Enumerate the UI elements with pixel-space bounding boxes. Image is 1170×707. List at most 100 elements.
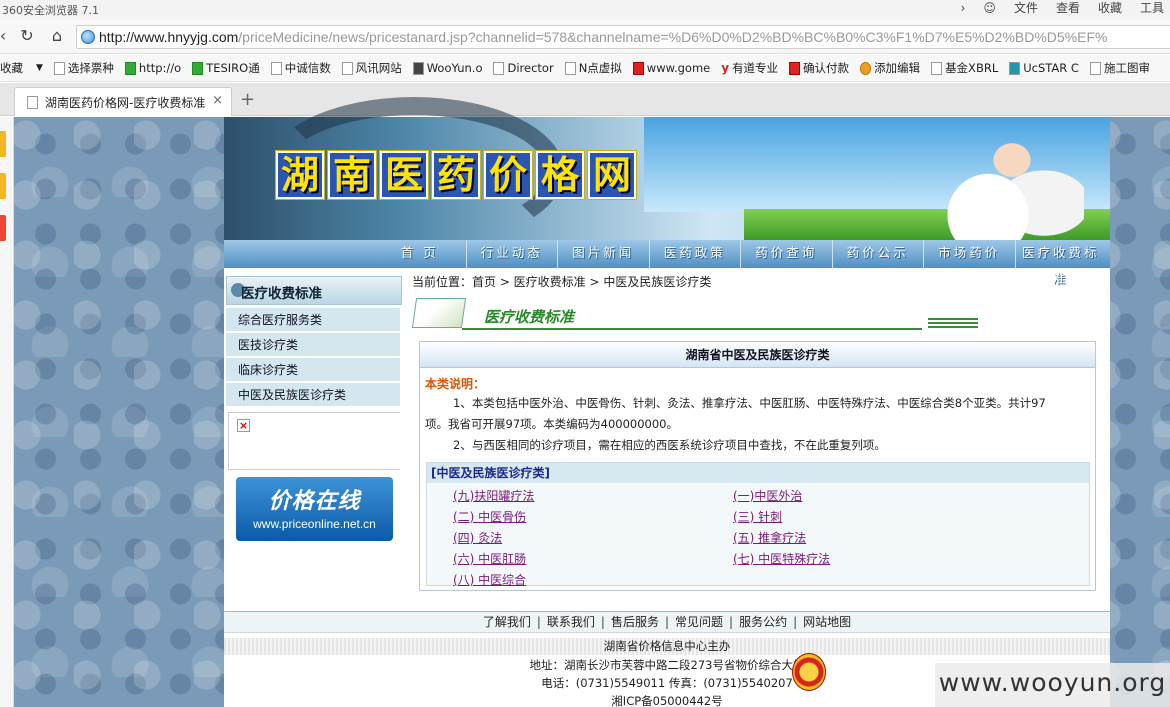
bookmark-item[interactable]: WooYun.o: [412, 61, 482, 75]
bookmark-label: N点虚拟: [578, 61, 622, 75]
bookmark-label: 添加编辑: [874, 61, 921, 75]
bookmark-item[interactable]: 添加编辑: [860, 60, 920, 76]
footer-link-sitemap[interactable]: 网站地图: [803, 615, 851, 629]
emblem-icon: [792, 653, 826, 691]
user-icon[interactable]: ☺: [983, 1, 996, 15]
side-toolbar: [0, 117, 14, 707]
section-underline: [462, 328, 922, 330]
sidebar-item-clinical[interactable]: 临床诊疗类: [226, 358, 400, 382]
nav-medical-fee-standard[interactable]: 医疗收费标准: [1014, 240, 1107, 286]
sidebar-item-medical-tech[interactable]: 医技诊疗类: [226, 333, 400, 357]
subcategory-link[interactable]: (二) 中医骨伤: [453, 508, 526, 525]
url-host: http://www.hnyyjg.com: [99, 29, 239, 45]
subcategory-link[interactable]: (八) 中医综合: [453, 571, 526, 588]
page-icon: [341, 61, 353, 75]
footer-link-after-sales[interactable]: 售后服务: [611, 615, 659, 629]
bookmark-item[interactable]: 确认付款: [789, 60, 849, 76]
sidebar-item-general-medical[interactable]: 综合医疗服务类: [226, 308, 400, 332]
bookmark-label: 有道专业: [732, 61, 779, 75]
bookmarks-menu[interactable]: 收藏 ▼: [0, 60, 43, 76]
subcategory-link[interactable]: (一)中医外治: [733, 487, 802, 504]
menu-tools[interactable]: 工具: [1140, 0, 1164, 16]
sidebar: 医疗收费标准 综合医疗服务类 医技诊疗类 临床诊疗类 中医及民族医诊疗类 × 价…: [224, 268, 404, 611]
bookmark-label: UcSTAR C: [1023, 61, 1079, 75]
tab-strip: 湖南医药价格网-医疗收费标准 × +: [0, 83, 1170, 116]
footer-link-faq[interactable]: 常见问题: [675, 615, 723, 629]
nav-drug-price-query[interactable]: 药价查询: [740, 240, 832, 268]
menu-file[interactable]: 文件: [1014, 0, 1038, 16]
priceonline-logo-link[interactable]: 价格在线 www.priceonline.net.cn: [236, 477, 393, 541]
site-banner: 湖 南 医 药 价 格 网: [224, 97, 1110, 247]
nav-home[interactable]: 首 页: [374, 240, 466, 268]
bookmark-item[interactable]: N点虚拟: [564, 60, 622, 76]
bookmark-item[interactable]: 风讯网站: [341, 60, 402, 76]
home-icon[interactable]: ⌂: [46, 26, 68, 45]
subcategory-box: [中医及民族医诊疗类] (九)扶阳罐疗法 (一)中医外治 (二) 中医骨伤 (三…: [426, 462, 1090, 588]
edit-icon: [860, 61, 872, 75]
gear-icon: [192, 61, 204, 75]
bookmark-label: 选择票种: [67, 61, 114, 75]
footer-host: 湖南省价格信息中心主办: [224, 638, 1110, 655]
subcategory-link[interactable]: (九)扶阳罐疗法: [453, 487, 534, 504]
section-banner: 医疗收费标准: [411, 296, 978, 332]
bookmark-item[interactable]: TESIRO通: [192, 60, 260, 76]
footer-link-about[interactable]: 了解我们: [483, 615, 531, 629]
close-tab-icon[interactable]: ×: [212, 93, 223, 108]
footer-link-contact[interactable]: 联系我们: [547, 615, 595, 629]
sidebar-item-tcm[interactable]: 中医及民族医诊疗类: [226, 383, 400, 407]
bookmark-label: 中诚信数: [284, 61, 331, 75]
bookmark-item[interactable]: y 有道专业: [721, 60, 778, 76]
site-title-char: 网: [587, 150, 637, 200]
bookmark-item[interactable]: 选择票种: [53, 60, 114, 76]
side-tool-icon[interactable]: [0, 173, 6, 199]
bookmark-item[interactable]: 基金XBRL: [931, 60, 998, 76]
bookmark-item[interactable]: 施工图审: [1089, 60, 1150, 76]
side-tool-icon[interactable]: [0, 215, 6, 241]
priceonline-logo-url: www.priceonline.net.cn: [253, 517, 376, 531]
description-text: 1、本类包括中医外治、中医骨伤、针刺、灸法、推拿疗法、中医肛肠、中医特殊疗法、中…: [453, 396, 1046, 410]
bookmarks-bar: 收藏 ▼ 选择票种 http://o TESIRO通 中诚信数 风讯网站 WooY…: [0, 55, 1170, 82]
subcategory-link[interactable]: (三) 针刺: [733, 508, 782, 525]
tab-active[interactable]: 湖南医药价格网-医疗收费标准 ×: [14, 87, 232, 116]
footer-link-service-terms[interactable]: 服务公约: [739, 615, 787, 629]
nav-industry-news[interactable]: 行业动态: [465, 240, 558, 268]
bookmark-item[interactable]: http://o: [124, 61, 181, 75]
bookmark-item[interactable]: UcSTAR C: [1009, 61, 1079, 75]
youdao-icon: y: [721, 61, 730, 75]
subcategory-heading: [中医及民族医诊疗类]: [427, 463, 1089, 483]
menu-view[interactable]: 查看: [1056, 0, 1080, 16]
subcategory-link[interactable]: (四) 灸法: [453, 529, 502, 546]
footer-separator: |: [664, 615, 670, 629]
site-title: 湖 南 医 药 价 格 网: [275, 150, 637, 201]
page-icon: [53, 61, 65, 75]
chevron-right-icon[interactable]: ›: [961, 1, 966, 15]
watermark: www.wooyun.org: [935, 663, 1170, 707]
footer-separator: |: [536, 615, 541, 629]
site-title-char: 药: [431, 150, 481, 200]
main-nav: 首 页 行业动态 图片新闻 医药政策 药价查询 药价公示 市场药价 医疗收费标准: [224, 240, 1110, 286]
refresh-icon[interactable]: ↻: [16, 26, 38, 45]
description-label: 本类说明：: [425, 377, 486, 391]
back-arrow-icon[interactable]: ‹: [0, 26, 14, 45]
menu-favorites[interactable]: 收藏: [1098, 0, 1122, 16]
bookmark-label: TESIRO通: [206, 61, 260, 75]
bookmark-label: 确认付款: [803, 61, 850, 75]
nav-photo-news[interactable]: 图片新闻: [557, 240, 649, 268]
globe-icon: [81, 30, 95, 44]
subcategory-link[interactable]: (六) 中医肛肠: [453, 550, 526, 567]
nav-medical-policy[interactable]: 医药政策: [648, 240, 741, 268]
nav-market-price[interactable]: 市场药价: [923, 240, 1015, 268]
tab-title: 湖南医药价格网-医疗收费标准: [45, 96, 206, 110]
url-input[interactable]: http://www.hnyyjg.com/priceMedicine/news…: [76, 25, 1170, 49]
subcategory-link[interactable]: (七) 中医特殊疗法: [733, 550, 830, 567]
bookmark-item[interactable]: www.gome: [632, 61, 710, 75]
subcategory-link[interactable]: (五) 推拿疗法: [733, 529, 806, 546]
section-title: 医疗收费标准: [484, 308, 575, 326]
new-tab-button[interactable]: +: [240, 89, 255, 110]
bookmark-item[interactable]: 中诚信数: [270, 60, 331, 76]
panel-title: 湖南省中医及民族医诊疗类: [420, 342, 1095, 368]
nav-drug-price-notice[interactable]: 药价公示: [831, 240, 924, 268]
side-tool-icon[interactable]: [0, 131, 6, 157]
page-icon: [27, 96, 38, 109]
bookmark-item[interactable]: Director: [493, 61, 554, 75]
